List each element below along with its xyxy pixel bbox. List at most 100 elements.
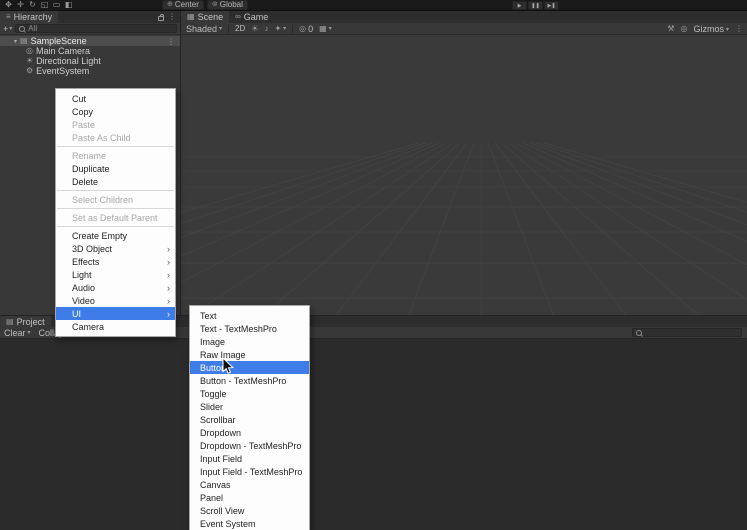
move-tool-button[interactable]: ✛ (15, 0, 26, 10)
lighting-toggle-icon[interactable]: ☀ (251, 24, 258, 34)
create-object-button[interactable]: + ▾ (3, 24, 12, 34)
ui-submenu-item-dropdown[interactable]: Dropdown (190, 426, 309, 439)
lock-icon[interactable] (158, 13, 164, 21)
audio-toggle-icon[interactable]: ♪ (264, 24, 268, 34)
orientation-toggle-button[interactable]: ⊚ Global (206, 0, 248, 10)
ui-submenu: Text Text - TextMeshPro Image Raw Image Butt… (189, 305, 310, 530)
hierarchy-children: ◎ Main Camera ☀ Directional Light ⚙ EventSyst… (0, 46, 180, 76)
2d-toggle-button[interactable]: 2D (235, 24, 245, 33)
folder-icon: ▤ (6, 316, 14, 326)
step-icon: ▶❚ (547, 2, 556, 9)
scale-tool-button[interactable]: ◱ (39, 0, 50, 10)
ui-submenu-item-image[interactable]: Image (190, 335, 309, 348)
menu-item-label: Paste As Child (72, 132, 131, 143)
context-menu-item-paste: Paste (56, 118, 175, 131)
search-icon (19, 25, 26, 32)
pivot-toggle-button[interactable]: ⊕ Center (162, 0, 204, 10)
context-menu-item-set-as-default-parent: Set as Default Parent (56, 211, 175, 224)
effects-dropdown[interactable]: ✦ ▾ (274, 24, 286, 34)
camera-preview-icon[interactable]: ◎ (680, 24, 687, 34)
ui-submenu-item-dropdown-textmeshpro[interactable]: Dropdown - TextMeshPro (190, 439, 309, 452)
context-menu-item-video[interactable]: Video › (56, 294, 175, 307)
toolbar-divider (292, 24, 294, 33)
item-label: Directional Light (36, 56, 101, 66)
context-menu-item-duplicate[interactable]: Duplicate (56, 162, 175, 175)
tab-game[interactable]: ∞ Game (229, 11, 274, 23)
ui-submenu-item-text-textmeshpro[interactable]: Text - TextMeshPro (190, 322, 309, 335)
hierarchy-search-input[interactable]: All (15, 24, 177, 33)
menu-item-label: Dropdown - TextMeshPro (200, 440, 302, 451)
kebab-menu-icon[interactable]: ⋮ (735, 24, 743, 34)
context-menu-item-effects[interactable]: Effects › (56, 255, 175, 268)
hierarchy-item-eventsystem[interactable]: ⚙ EventSystem (0, 66, 180, 76)
pause-button[interactable]: ❚❚ (528, 1, 543, 10)
scene-toolbar-right: ⚒ ◎ Gizmos ▾ ⋮ (667, 23, 743, 35)
rotate-tool-button[interactable]: ↻ (27, 0, 38, 10)
tab-hierarchy[interactable]: ≡ Hierarchy (0, 11, 59, 23)
context-menu-item-light[interactable]: Light › (56, 268, 175, 281)
ui-submenu-item-raw-image[interactable]: Raw Image (190, 348, 309, 361)
clear-button[interactable]: Clear ▾ (4, 328, 31, 338)
ui-submenu-item-event-system[interactable]: Event System (190, 517, 309, 530)
submenu-arrow-icon: › (167, 282, 170, 293)
play-button[interactable]: ▶ (512, 1, 527, 10)
ui-submenu-item-input-field-textmeshpro[interactable]: Input Field - TextMeshPro (190, 465, 309, 478)
draw-mode-dropdown[interactable]: Shaded ▾ (186, 24, 222, 34)
foldout-icon[interactable]: ▾ (14, 38, 17, 45)
ui-submenu-item-button[interactable]: Button (190, 361, 309, 374)
ui-submenu-item-slider[interactable]: Slider (190, 400, 309, 413)
ui-submenu-item-toggle[interactable]: Toggle (190, 387, 309, 400)
kebab-menu-icon[interactable]: ⋮ (167, 37, 175, 46)
menu-item-label: Light (72, 269, 92, 280)
ui-submenu-item-scrollbar[interactable]: Scrollbar (190, 413, 309, 426)
tool-settings-icon[interactable]: ⚒ (667, 24, 674, 34)
scene-toolbar: Shaded ▾ 2D ☀ ♪ ✦ ▾ ◎ 0 ▦ ▾ ⚒ ◎ Gizmos ▾… (181, 23, 747, 35)
tab-project[interactable]: ▤ Project (0, 316, 51, 327)
menu-item-label: Panel (200, 492, 224, 503)
kebab-menu-icon[interactable]: ⋮ (168, 12, 176, 22)
ui-submenu-item-canvas[interactable]: Canvas (190, 478, 309, 491)
context-menu-item-audio[interactable]: Audio › (56, 281, 175, 294)
ui-submenu-item-input-field[interactable]: Input Field (190, 452, 309, 465)
context-menu-item-cut[interactable]: Cut (56, 92, 175, 105)
rect-tool-button[interactable]: ▭ (51, 0, 62, 10)
scene-viewport[interactable] (181, 35, 747, 315)
hierarchy-title: Hierarchy (13, 12, 53, 22)
menu-item-label: Effects (72, 256, 100, 267)
transform-tool-button[interactable]: ◧ (63, 0, 74, 10)
context-menu-item-3d-object[interactable]: 3D Object › (56, 242, 175, 255)
ui-submenu-item-button-textmeshpro[interactable]: Button - TextMeshPro (190, 374, 309, 387)
hidden-count: 0 (308, 23, 314, 34)
visibility-toggle[interactable]: ◎ 0 (299, 24, 313, 34)
hierarchy-toolbar: + ▾ All (0, 23, 180, 35)
grid-dropdown[interactable]: ▦ ▾ (319, 24, 332, 34)
tab-scene[interactable]: ▦ Scene (181, 11, 230, 23)
ui-submenu-item-text[interactable]: Text (190, 309, 309, 322)
menu-item-label: Button - TextMeshPro (200, 375, 287, 386)
globe-icon: ⊚ (211, 1, 218, 8)
scene-tabbar: ▦ Scene ∞ Game (181, 11, 747, 23)
mouse-cursor (222, 357, 234, 374)
hierarchy-item-directional-light[interactable]: ☀ Directional Light (0, 56, 180, 66)
play-controls: ▶ ❚❚ ▶❚ (512, 1, 559, 10)
menu-separator (57, 146, 174, 147)
context-menu-item-ui[interactable]: UI › (56, 307, 175, 320)
transform-tools: ✥ ✛ ↻ ◱ ▭ ◧ (3, 0, 74, 10)
submenu-arrow-icon: › (167, 269, 170, 280)
ui-submenu-item-scroll-view[interactable]: Scroll View (190, 504, 309, 517)
hierarchy-tabbar: ≡ Hierarchy ⋮ (0, 11, 180, 23)
step-button[interactable]: ▶❚ (544, 1, 559, 10)
gizmos-dropdown[interactable]: Gizmos ▾ (693, 24, 729, 34)
context-menu-item-delete[interactable]: Delete (56, 175, 175, 188)
context-menu-item-camera[interactable]: Camera (56, 320, 175, 333)
pivot-label: Center (174, 0, 199, 9)
hierarchy-item-main-camera[interactable]: ◎ Main Camera (0, 46, 180, 56)
hand-tool-button[interactable]: ✥ (3, 0, 14, 10)
hierarchy-item-samplescene[interactable]: ▾ ▤ SampleScene ⋮ (0, 36, 180, 46)
ui-submenu-item-panel[interactable]: Panel (190, 491, 309, 504)
console-search-input[interactable] (632, 328, 742, 337)
context-menu-item-copy[interactable]: Copy (56, 105, 175, 118)
hierarchy-tree: ▾ ▤ SampleScene ⋮ ◎ Main Camera ☀ Direction… (0, 35, 180, 76)
context-menu-item-create-empty[interactable]: Create Empty (56, 229, 175, 242)
item-label: SampleScene (30, 36, 87, 46)
